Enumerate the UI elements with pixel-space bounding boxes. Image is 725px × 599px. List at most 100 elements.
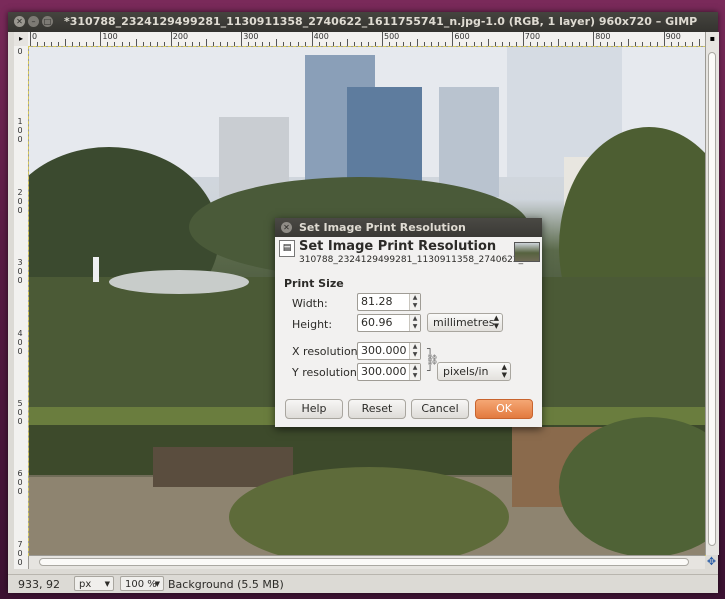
resolution-unit-value: pixels/in [443, 365, 489, 378]
yres-value: 300.000 [361, 365, 407, 378]
spin-arrows-icon[interactable]: ▲ ▼ [409, 343, 420, 359]
horizontal-scroll-thumb[interactable] [39, 558, 689, 566]
ruler-minor-tick [438, 42, 440, 46]
horizontal-scrollbar[interactable] [29, 555, 705, 569]
ruler-minor-tick [276, 39, 278, 46]
ruler-minor-tick [290, 42, 292, 46]
ruler-minor-tick [72, 42, 74, 46]
updown-icon: ▲ ▼ [501, 363, 507, 379]
ruler-minor-tick [149, 42, 151, 46]
ruler-minor-tick [135, 39, 137, 46]
window-title: *310788_2324129499281_1130911358_2740622… [64, 15, 698, 28]
ruler-minor-tick [621, 42, 623, 46]
image-thumbnail [514, 242, 540, 262]
ruler-minor-tick [431, 42, 433, 46]
dialog-heading: Set Image Print Resolution [299, 239, 497, 254]
dialog-title: Set Image Print Resolution [299, 221, 466, 234]
dialog-titlebar[interactable]: ✕ Set Image Print Resolution [275, 218, 542, 237]
xres-label: X resolution: [292, 345, 362, 358]
ruler-minor-tick [550, 42, 552, 46]
ruler-minor-tick [635, 42, 637, 46]
ruler-minor-tick [614, 42, 616, 46]
ruler-minor-tick [677, 42, 679, 46]
width-field[interactable]: 81.28 ▲ ▼ [357, 293, 421, 311]
ruler-label: 100 [17, 117, 23, 145]
help-button[interactable]: Help [285, 399, 343, 419]
ruler-minor-tick [198, 42, 200, 46]
minimize-icon[interactable]: – [28, 16, 39, 27]
zoom-select[interactable]: 100 % ▼ [120, 576, 164, 591]
maximize-icon[interactable]: □ [42, 16, 53, 27]
ruler-label: 500 [384, 32, 400, 41]
ruler-minor-tick [501, 42, 503, 46]
size-unit-select[interactable]: millimetres ▲ ▼ [427, 313, 503, 332]
ruler-label: 700 [17, 539, 23, 567]
print-resolution-dialog: ✕ Set Image Print Resolution ▤ Set Image… [275, 218, 542, 427]
ruler-minor-tick [480, 42, 482, 46]
cancel-button[interactable]: Cancel [411, 399, 469, 419]
ruler-minor-tick [543, 42, 545, 46]
ruler-minor-tick [177, 42, 179, 46]
ruler-minor-tick [184, 42, 186, 46]
ruler-minor-tick [684, 42, 686, 46]
spin-arrows-icon[interactable]: ▲ ▼ [409, 364, 420, 380]
window-titlebar[interactable]: ✕ – □ *310788_2324129499281_1130911358_2… [8, 12, 718, 32]
ruler-minor-tick [93, 42, 95, 46]
ruler-minor-tick [374, 42, 376, 46]
ruler-minor-tick [318, 42, 320, 46]
ruler-label: 500 [17, 399, 23, 426]
resolution-unit-select[interactable]: pixels/in ▲ ▼ [437, 362, 511, 381]
ruler-minor-tick [206, 39, 207, 46]
ruler-minor-tick [572, 42, 574, 46]
height-field[interactable]: 60.96 ▲ ▼ [357, 314, 421, 332]
vertical-ruler[interactable]: 0 100 200 300 400 500 600 700 [14, 46, 29, 569]
close-icon[interactable]: ✕ [14, 16, 25, 27]
ruler-minor-tick [424, 42, 426, 46]
ruler-minor-tick [473, 42, 475, 46]
navigate-icon[interactable]: ▪ [705, 32, 719, 46]
yres-field[interactable]: 300.000 ▲ ▼ [357, 363, 421, 381]
ruler-minor-tick [600, 42, 602, 46]
reset-button[interactable]: Reset [348, 399, 406, 419]
ruler-minor-tick [353, 42, 355, 46]
ruler-label: 900 [665, 32, 681, 41]
ruler-minor-tick [297, 42, 299, 46]
ruler-label: 800 [595, 32, 611, 41]
ruler-minor-tick [360, 42, 362, 46]
spin-arrows-icon[interactable]: ▲ ▼ [409, 315, 420, 331]
height-label: Height: [292, 318, 333, 331]
xres-field[interactable]: 300.000 ▲ ▼ [357, 342, 421, 360]
width-value: 81.28 [361, 295, 393, 308]
ok-button[interactable]: OK [475, 399, 533, 419]
ruler-minor-tick [283, 42, 285, 46]
horizontal-ruler[interactable]: 0 100 200 300 400 500 600 700 800 900 [28, 32, 705, 47]
ruler-minor-tick [262, 42, 264, 46]
spin-arrows-icon[interactable]: ▲ ▼ [409, 294, 420, 310]
ruler-label: 200 [17, 187, 23, 215]
ruler-label: 200 [172, 32, 189, 41]
chain-link-icon[interactable]: ┐ ⛓ ┘ [426, 344, 439, 378]
ruler-minor-tick [417, 39, 419, 46]
ruler-tick [100, 32, 102, 46]
unit-select[interactable]: px ▼ [74, 576, 114, 591]
chevron-down-icon: ▼ [154, 580, 160, 588]
ruler-tick [30, 32, 31, 46]
ruler-minor-tick [529, 42, 531, 46]
navigation-icon[interactable]: ✥ [705, 555, 718, 568]
ruler-minor-tick [121, 42, 123, 46]
ruler-minor-tick [698, 39, 700, 46]
quick-mask-toggle[interactable]: ▸ [14, 32, 29, 47]
ruler-minor-tick [191, 42, 193, 46]
ruler-minor-tick [536, 42, 538, 46]
ruler-minor-tick [494, 42, 496, 46]
dialog-subtitle: 310788_2324129499281_1130911358_2740622_… [299, 255, 538, 265]
vertical-scrollbar[interactable] [705, 46, 719, 555]
ruler-label: 400 [17, 328, 23, 356]
ruler-minor-tick [459, 42, 461, 46]
ruler-minor-tick [389, 42, 391, 46]
close-icon[interactable]: ✕ [281, 222, 292, 233]
ruler-tick [522, 32, 524, 46]
zoom-value: 100 % [125, 579, 157, 590]
vertical-scroll-thumb[interactable] [708, 52, 716, 546]
ruler-minor-tick [156, 42, 158, 46]
